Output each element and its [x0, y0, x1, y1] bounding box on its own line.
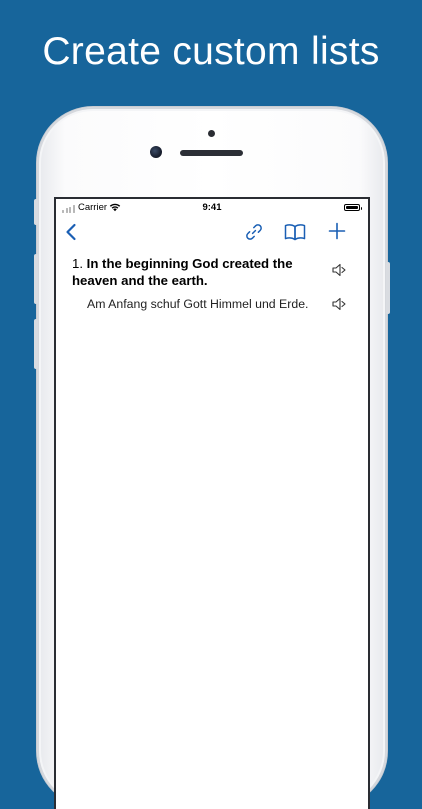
verse-text: In the beginning God created the heaven … [72, 256, 293, 288]
power-button [386, 262, 390, 314]
speaker-icon[interactable] [331, 262, 347, 278]
link-icon[interactable] [245, 223, 263, 241]
volume-down-button [34, 319, 38, 369]
phone-screen: Carrier 9:41 1. In the beginning God cre… [56, 199, 368, 809]
proximity-sensor [208, 130, 215, 137]
navigation-bar [56, 217, 368, 247]
status-time: 9:41 [202, 202, 222, 213]
status-bar: Carrier 9:41 [56, 199, 368, 217]
volume-up-button [34, 254, 38, 304]
earpiece-speaker [180, 150, 243, 156]
headline: Create custom lists [42, 30, 380, 73]
speaker-icon[interactable] [331, 296, 347, 312]
verse-entry[interactable]: 1. In the beginning God created the heav… [72, 256, 312, 289]
plus-icon[interactable] [328, 222, 346, 240]
book-icon[interactable] [284, 223, 306, 241]
front-camera [150, 146, 162, 158]
phone-frame: Carrier 9:41 1. In the beginning God cre… [34, 107, 390, 809]
mute-switch [34, 199, 38, 225]
battery-icon [344, 204, 362, 211]
verse-number: 1. [72, 256, 83, 271]
translation-text[interactable]: Am Anfang schuf Gott Himmel und Erde. [87, 296, 327, 312]
chevron-left-icon[interactable] [65, 223, 77, 241]
